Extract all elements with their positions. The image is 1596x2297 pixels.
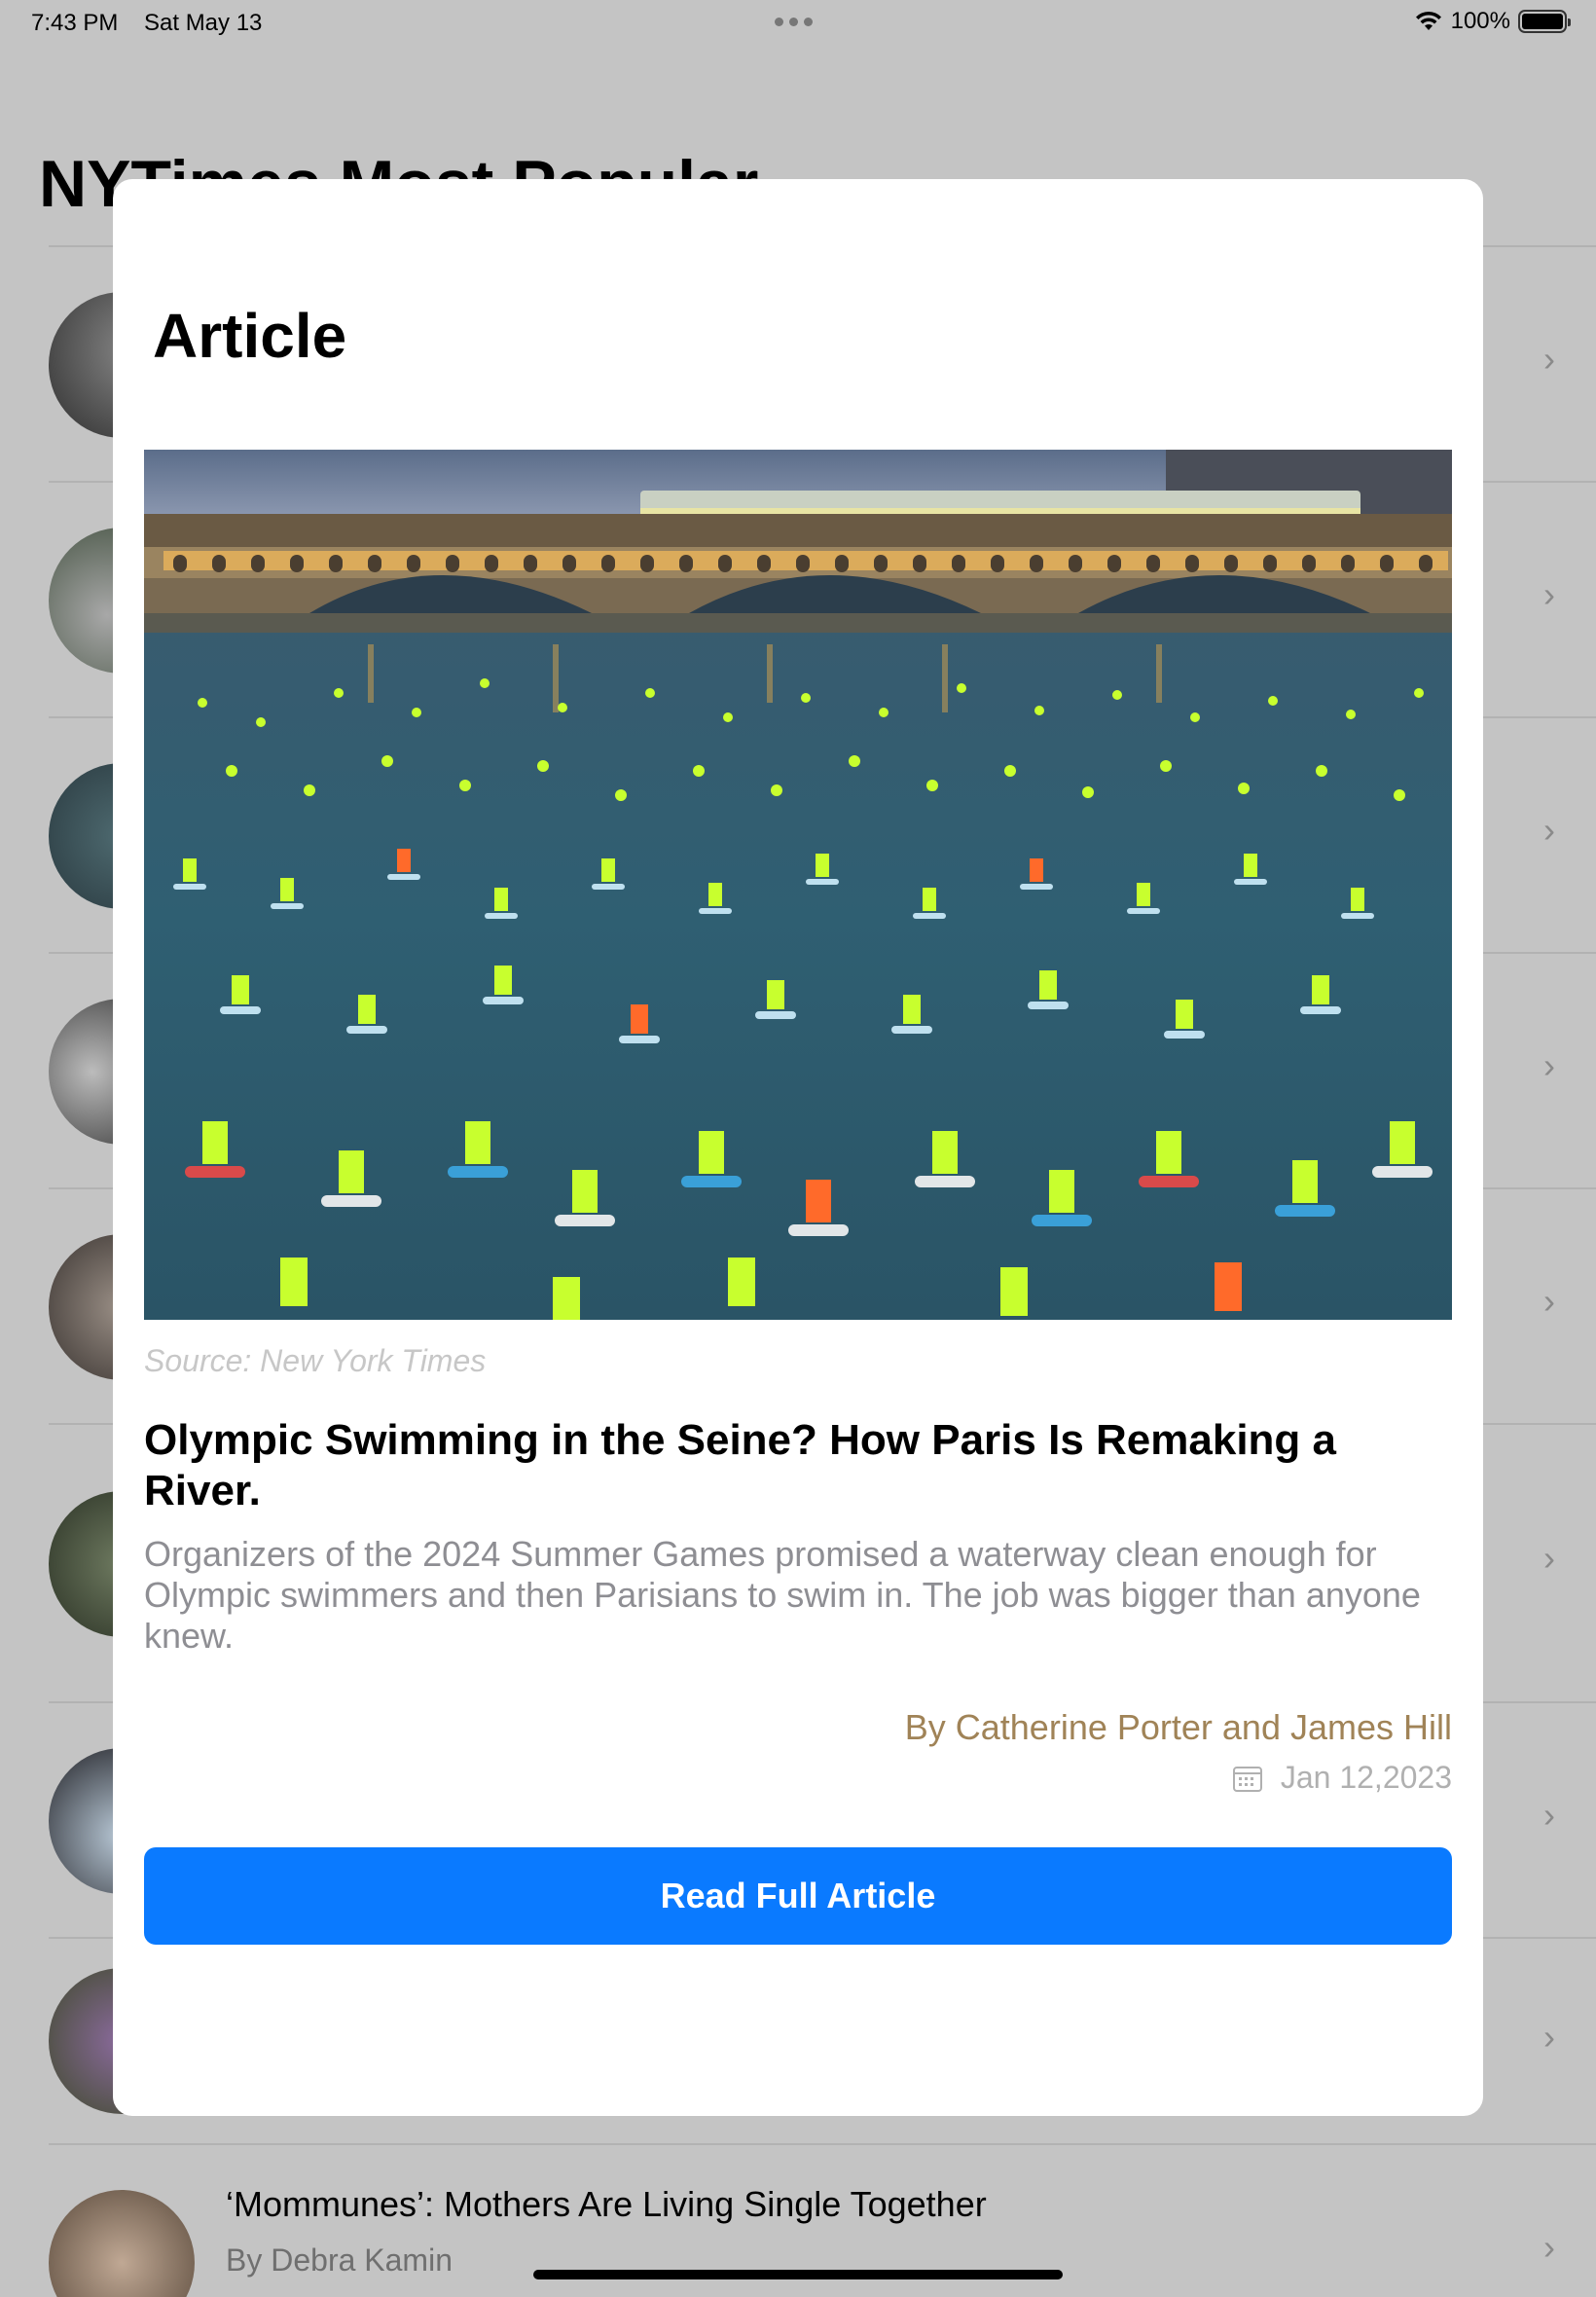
- article-date: Jan 12,2023: [1280, 1760, 1452, 1795]
- calendar-icon: [1232, 1766, 1262, 1792]
- status-time: 7:43 PM: [31, 10, 119, 36]
- wifi-icon: [1415, 11, 1441, 30]
- chevron-right-icon: ›: [1543, 574, 1555, 614]
- status-date: Sat May 13: [144, 10, 263, 36]
- modal-title: Article: [153, 301, 347, 371]
- battery-icon: [1518, 10, 1571, 33]
- article-photo: [144, 450, 1452, 1320]
- status-bar: 7:43 PM Sat May 13 100%: [0, 0, 1596, 47]
- chevron-right-icon: ›: [1543, 2227, 1555, 2267]
- home-indicator[interactable]: [533, 2270, 1063, 2279]
- article-modal: Article Source: New York Times Olympic S…: [113, 179, 1483, 2116]
- chevron-right-icon: ›: [1543, 1281, 1555, 1321]
- image-source-caption: Source: New York Times: [144, 1343, 487, 1378]
- article-thumbnail: [49, 2190, 195, 2297]
- article-date-row: Jan 12,2023: [1232, 1760, 1452, 1796]
- list-item-byline: By Debra Kamin: [226, 2242, 453, 2278]
- chevron-right-icon: ›: [1543, 1538, 1555, 1578]
- article-byline: By Catherine Porter and James Hill: [904, 1707, 1452, 1747]
- chevron-right-icon: ›: [1543, 1045, 1555, 1085]
- battery-level: [1522, 14, 1563, 29]
- chevron-right-icon: ›: [1543, 2017, 1555, 2057]
- chevron-right-icon: ›: [1543, 1795, 1555, 1835]
- status-right: 100%: [1414, 8, 1571, 35]
- battery-percent: 100%: [1450, 8, 1510, 34]
- multitasking-dots-icon[interactable]: [775, 18, 813, 26]
- article-headline: Olympic Swimming in the Seine? How Paris…: [144, 1416, 1336, 1514]
- list-item-title: ‘Mommunes’: Mothers Are Living Single To…: [226, 2184, 987, 2224]
- read-full-article-button[interactable]: Read Full Article: [144, 1847, 1452, 1945]
- article-abstract: Organizers of the 2024 Summer Games prom…: [144, 1534, 1421, 1656]
- chevron-right-icon: ›: [1543, 810, 1555, 850]
- chevron-right-icon: ›: [1543, 339, 1555, 379]
